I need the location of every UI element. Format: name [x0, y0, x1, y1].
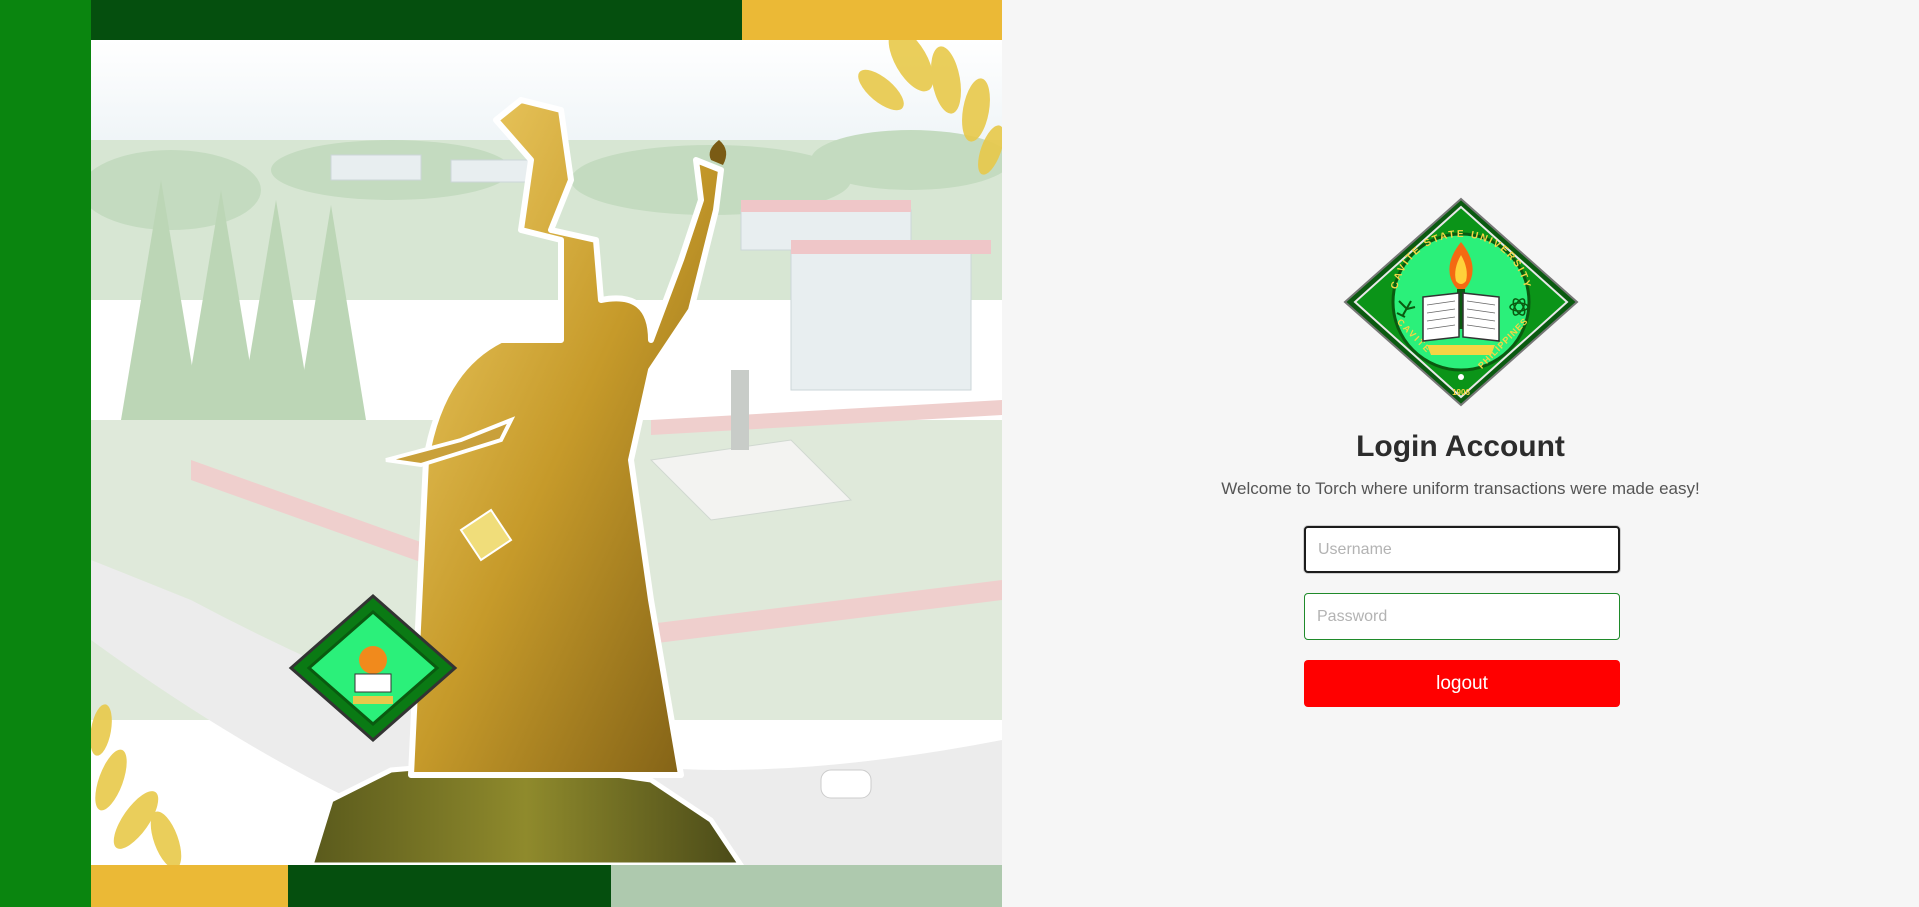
left-green-strip: [0, 0, 91, 907]
seal-year: 1906: [1452, 388, 1470, 397]
password-input[interactable]: [1304, 593, 1620, 640]
campus-photo: [91, 40, 1002, 865]
university-seal-icon: CAVITE STATE UNIVERSITY CAVITE PHILIPPIN…: [1341, 197, 1581, 407]
bottom-light-green-bar: [611, 865, 1002, 907]
hero-illustration: [91, 0, 1002, 907]
page-title: Login Account: [1356, 430, 1565, 463]
welcome-subtitle: Welcome to Torch where uniform transacti…: [1221, 479, 1700, 498]
bottom-gold-bar: [91, 865, 288, 907]
top-dark-green-bar: [91, 0, 742, 40]
bottom-dark-green-bar: [288, 865, 611, 907]
logout-button[interactable]: logout: [1304, 660, 1620, 707]
top-gold-bar: [742, 0, 1002, 40]
login-panel: CAVITE STATE UNIVERSITY CAVITE PHILIPPIN…: [1002, 0, 1919, 907]
username-input[interactable]: [1304, 526, 1620, 573]
